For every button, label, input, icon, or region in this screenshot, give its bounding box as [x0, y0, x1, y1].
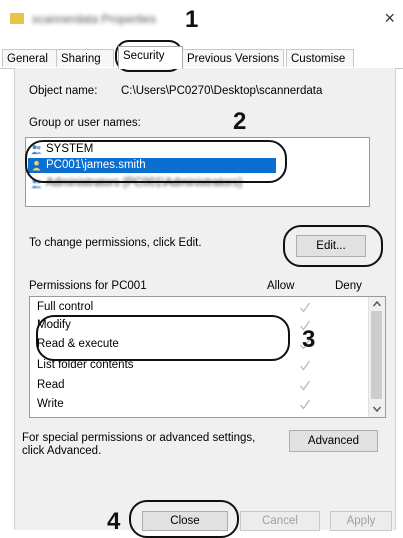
object-name-label: Object name:: [29, 85, 98, 97]
permission-row-read: Read: [37, 377, 372, 394]
group-label: Group or user names:: [29, 117, 141, 129]
check-icon: [300, 399, 311, 410]
check-icon: [300, 302, 311, 313]
folder-icon: [10, 13, 24, 24]
tab-sharing[interactable]: Sharing: [56, 49, 114, 67]
check-icon: [300, 360, 311, 371]
apply-button[interactable]: Apply: [330, 511, 392, 531]
allow-header: Allow: [267, 280, 295, 292]
deny-header: Deny: [335, 280, 362, 292]
permissions-for-label: Permissions for PC001: [29, 280, 147, 292]
scroll-up-icon[interactable]: [372, 299, 382, 309]
callout-ring-close-button: [129, 500, 239, 538]
window-title: scannerdata Properties: [32, 12, 157, 26]
special-permissions-text-2: click Advanced.: [22, 445, 102, 457]
permission-name: Read: [37, 379, 65, 391]
object-name-value: C:\Users\PC0270\Desktop\scannerdata: [121, 85, 323, 97]
callout-number-1: 1: [185, 6, 199, 33]
tab-security[interactable]: Security: [118, 46, 183, 69]
special-permissions-text-1: For special permissions or advanced sett…: [22, 432, 256, 444]
permission-name: Write: [37, 398, 64, 410]
callout-number-3: 3: [302, 326, 316, 353]
callout-number-4: 4: [107, 508, 121, 535]
scroll-down-icon[interactable]: [372, 404, 382, 414]
title-bar: scannerdata Properties ×: [0, 0, 403, 40]
cancel-button[interactable]: Cancel: [240, 511, 320, 531]
advanced-button[interactable]: Advanced: [289, 430, 378, 452]
change-permissions-text: To change permissions, click Edit.: [29, 237, 202, 249]
close-icon[interactable]: ×: [384, 9, 395, 27]
tab-strip: General Sharing Security Previous Versio…: [0, 46, 403, 69]
tab-previous-versions[interactable]: Previous Versions: [182, 49, 284, 67]
properties-dialog: scannerdata Properties × General Sharing…: [0, 0, 403, 538]
tab-general[interactable]: General: [2, 49, 57, 67]
callout-ring-modify-read: [36, 315, 290, 361]
check-icon: [300, 380, 311, 391]
callout-number-2: 2: [233, 108, 247, 135]
tab-customise[interactable]: Customise: [286, 49, 354, 67]
scroll-thumb[interactable]: [371, 311, 382, 399]
permission-row-full-control: Full control: [37, 299, 372, 316]
callout-ring-selected-user: [25, 140, 287, 183]
permission-row-write: Write: [37, 396, 372, 413]
permission-name: Full control: [37, 301, 94, 313]
permissions-scrollbar[interactable]: [368, 297, 385, 417]
callout-ring-edit-button: [283, 225, 383, 267]
